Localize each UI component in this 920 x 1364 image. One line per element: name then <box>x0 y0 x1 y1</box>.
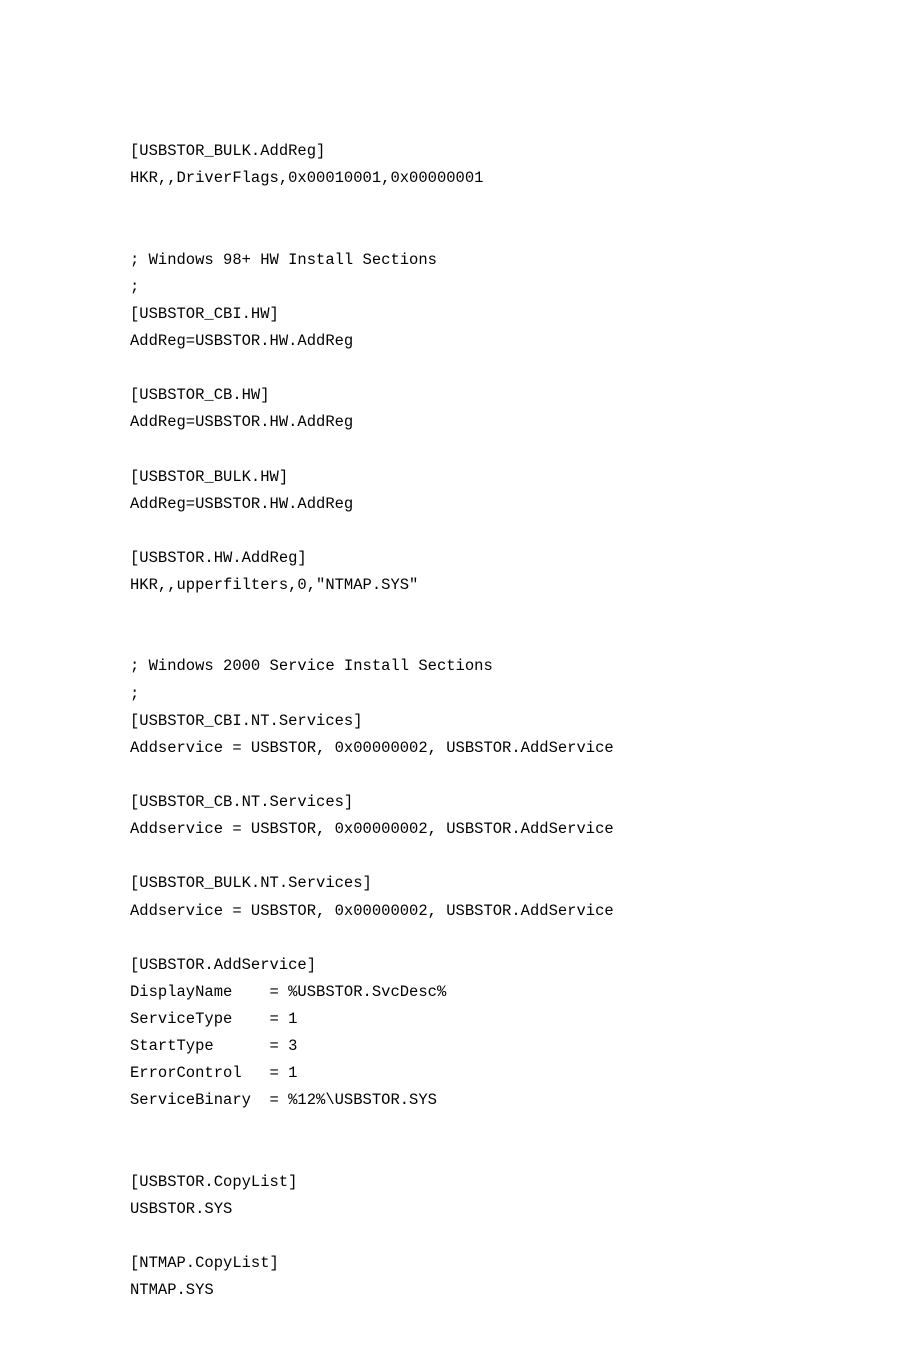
inf-file-content: [USBSTOR_BULK.AddReg] HKR,,DriverFlags,0… <box>0 0 920 1364</box>
